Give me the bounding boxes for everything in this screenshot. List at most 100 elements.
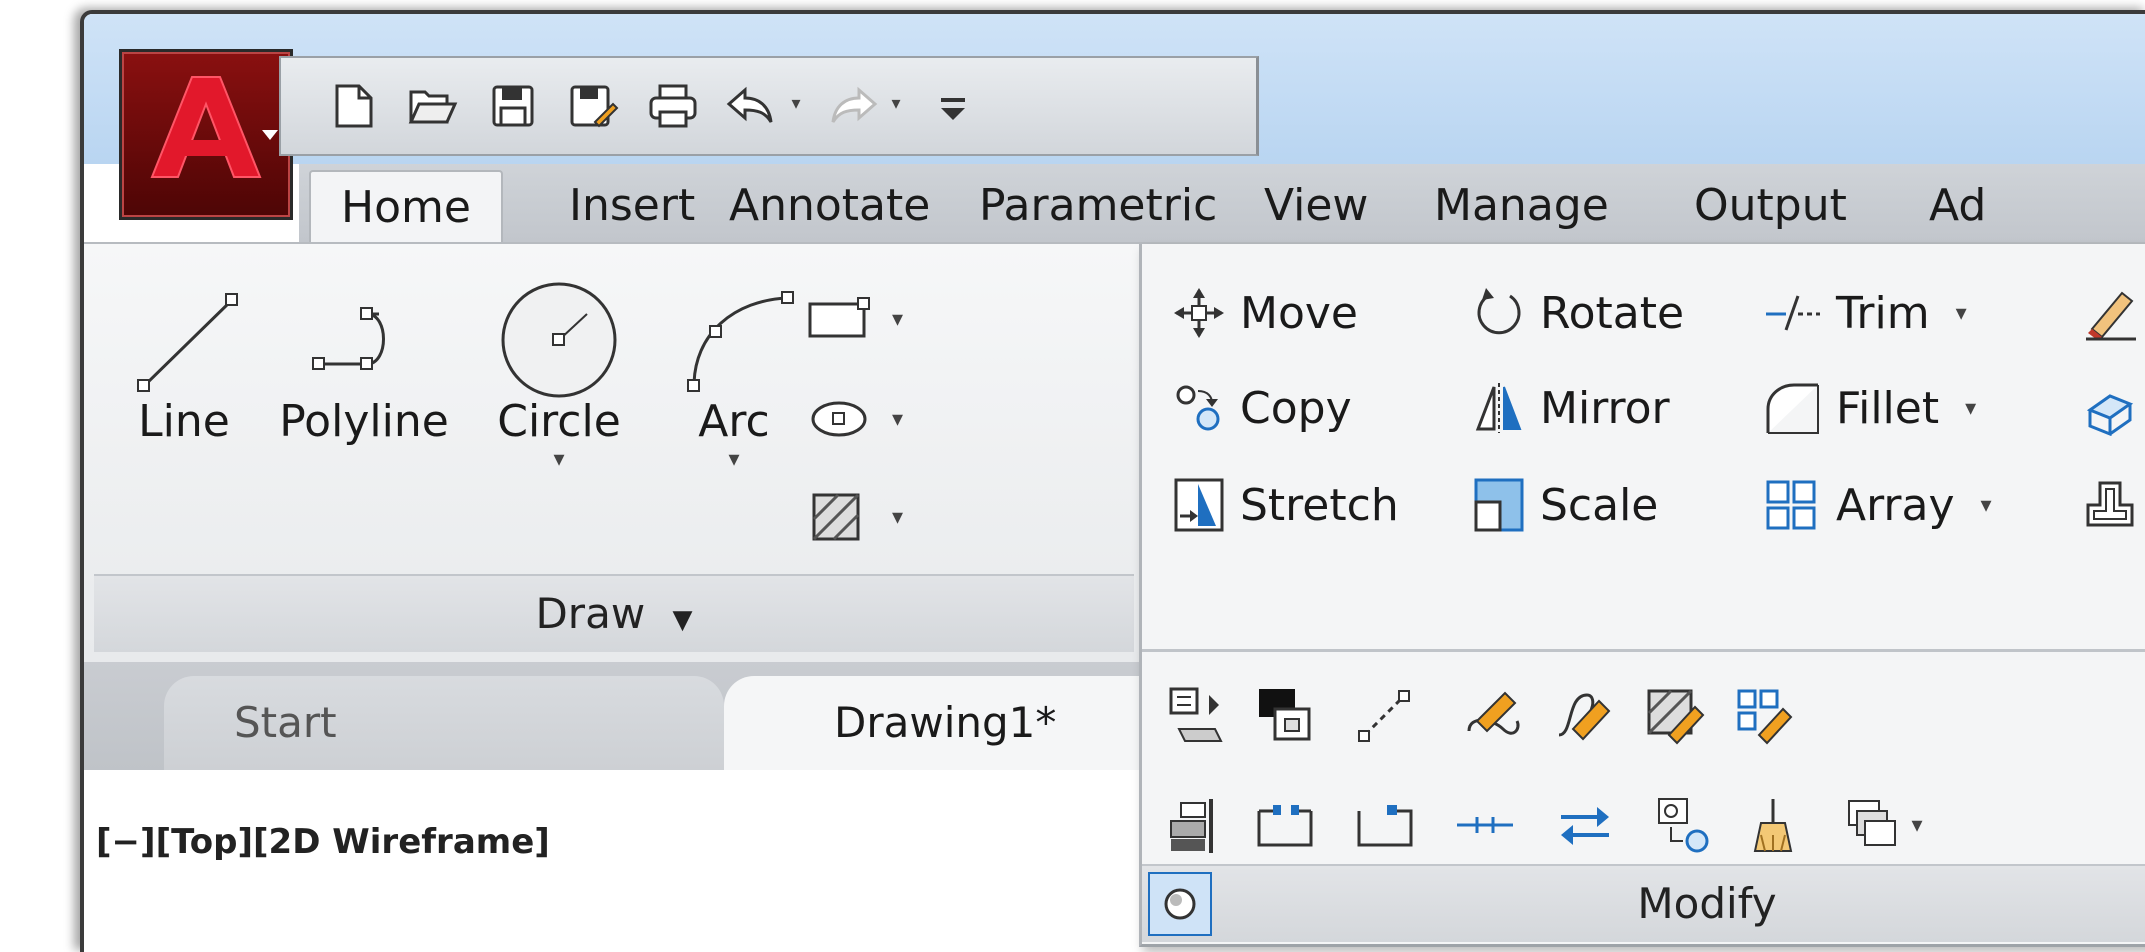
undo-icon[interactable] [719, 74, 783, 138]
circle-label: Circle [497, 396, 621, 447]
modify-panel-footer: Modify [1142, 864, 2145, 942]
save-as-icon[interactable] [561, 74, 625, 138]
arc-icon [687, 291, 794, 392]
circle-icon [501, 282, 617, 398]
erase-icon[interactable] [2077, 280, 2143, 346]
delete-duplicates-icon[interactable] [1742, 792, 1808, 858]
rotate-button[interactable]: Rotate [1472, 286, 1684, 340]
edit-hatch-icon[interactable] [1642, 682, 1708, 748]
hatch-dropdown-icon[interactable]: ▾ [892, 505, 903, 530]
line-icon [137, 293, 238, 392]
move-icon [1174, 288, 1224, 338]
draw-order-icon[interactable] [1162, 682, 1228, 748]
draw-expand-icon: ▼ [672, 605, 693, 635]
move-label: Move [1240, 287, 1358, 339]
edit-spline-icon[interactable] [1552, 682, 1618, 748]
undo-dropdown-icon[interactable]: ▾ [786, 88, 806, 118]
drawing1-tab[interactable]: Drawing1* [724, 676, 1144, 770]
break-icon[interactable] [1352, 792, 1418, 858]
fillet-icon [1766, 383, 1819, 434]
customize-icon[interactable] [921, 74, 985, 138]
new-file-icon[interactable] [321, 74, 385, 138]
tab-view[interactable]: View [1264, 170, 1368, 242]
overkill-stack-icon[interactable] [1842, 792, 1908, 858]
stretch-icon [1174, 478, 1224, 532]
stretch-button[interactable]: Stretch [1172, 476, 1399, 534]
scale-icon [1474, 478, 1524, 532]
copy-nested-icon[interactable] [1652, 792, 1718, 858]
file-tab-bar: Start Drawing1* [84, 662, 1144, 770]
rotate-label: Rotate [1540, 287, 1685, 339]
draw-panel-title[interactable]: Draw ▼ [94, 574, 1134, 652]
array-icon [1766, 480, 1816, 530]
copy-label: Copy [1240, 382, 1352, 434]
open-folder-icon[interactable] [401, 74, 465, 138]
reverse-icon[interactable] [1552, 792, 1618, 858]
modify-panel-expanded: Move Rotate Trim ▾ Copy Mirror Fillet ▾ [1139, 244, 2145, 947]
tab-annotate[interactable]: Annotate [729, 170, 930, 242]
align-icon[interactable] [1162, 792, 1228, 858]
autocad-logo-icon [150, 76, 278, 178]
arc-dropdown-icon[interactable]: ▾ [664, 447, 804, 472]
tab-output[interactable]: Output [1694, 170, 1847, 242]
array-dropdown-icon[interactable]: ▾ [1981, 493, 1992, 518]
array-button[interactable]: Array ▾ [1762, 476, 1992, 534]
start-tab[interactable]: Start [164, 676, 724, 770]
tab-manage[interactable]: Manage [1434, 170, 1609, 242]
arc-button[interactable]: Arc ▾ [664, 274, 804, 472]
tab-home[interactable]: Home [309, 170, 503, 244]
circle-dropdown-icon[interactable]: ▾ [474, 447, 644, 472]
redo-icon[interactable] [821, 74, 885, 138]
fillet-button[interactable]: Fillet ▾ [1762, 381, 1976, 435]
trim-button[interactable]: Trim ▾ [1762, 286, 1967, 340]
line-button[interactable]: Line [114, 274, 254, 447]
break-at-point-icon[interactable] [1252, 792, 1318, 858]
polyline-label: Polyline [279, 396, 449, 447]
rotate-icon [1477, 288, 1521, 335]
trim-label: Trim [1836, 287, 1930, 339]
stretch-label: Stretch [1240, 479, 1399, 531]
ellipse-dropdown-icon[interactable]: ▾ [892, 407, 903, 432]
arc-label: Arc [698, 396, 770, 447]
polyline-button[interactable]: Polyline [264, 274, 464, 447]
application-window: ▾ ▾ Home Insert Annotate Parametric View… [80, 10, 2145, 952]
rectangle-dropdown-icon[interactable]: ▾ [892, 307, 903, 332]
mirror-icon [1475, 383, 1522, 433]
fillet-label: Fillet [1836, 382, 1940, 434]
redo-dropdown-icon[interactable]: ▾ [886, 88, 906, 118]
move-button[interactable]: Move [1172, 286, 1358, 340]
scale-button[interactable]: Scale [1472, 476, 1658, 534]
trim-dropdown-icon[interactable]: ▾ [1956, 301, 1967, 326]
application-menu-button[interactable] [119, 49, 293, 220]
copy-button[interactable]: Copy [1172, 381, 1352, 435]
viewport-controls-label[interactable]: [−][Top][2D Wireframe] [96, 822, 550, 862]
line-label: Line [138, 396, 230, 447]
hatch-icon [812, 493, 860, 541]
rectangle-tool[interactable]: ▾ [804, 294, 903, 344]
circle-button[interactable]: Circle ▾ [474, 274, 644, 472]
mirror-button[interactable]: Mirror [1472, 381, 1670, 435]
print-icon[interactable] [641, 74, 705, 138]
tab-parametric[interactable]: Parametric [979, 170, 1217, 242]
ellipse-tool[interactable]: ▾ [804, 394, 903, 444]
tab-insert[interactable]: Insert [569, 170, 695, 242]
tab-add-ins[interactable]: Ad [1929, 170, 1986, 242]
fillet-dropdown-icon[interactable]: ▾ [1965, 396, 1976, 421]
quick-access-toolbar: ▾ ▾ [279, 56, 1259, 156]
rectangle-icon [808, 297, 870, 338]
join-icon[interactable] [1452, 792, 1518, 858]
edit-array-icon[interactable] [1732, 682, 1798, 748]
hatch-tool[interactable]: ▾ [804, 489, 903, 545]
polyline-icon [312, 307, 385, 370]
drawing-viewport[interactable]: [−][Top][2D Wireframe] [84, 770, 1144, 952]
edit-polyline-icon[interactable] [1462, 682, 1528, 748]
lengthen-icon[interactable] [1352, 682, 1418, 748]
mirror-label: Mirror [1540, 382, 1670, 434]
save-icon[interactable] [481, 74, 545, 138]
overkill-dropdown-icon[interactable]: ▾ [1902, 792, 1932, 858]
modify-panel-title[interactable]: Modify [1222, 866, 2145, 942]
pin-panel-icon[interactable] [1148, 872, 1212, 936]
explode-icon[interactable] [2077, 375, 2143, 441]
offset-icon[interactable] [2077, 470, 2143, 536]
change-space-icon[interactable] [1252, 682, 1318, 748]
